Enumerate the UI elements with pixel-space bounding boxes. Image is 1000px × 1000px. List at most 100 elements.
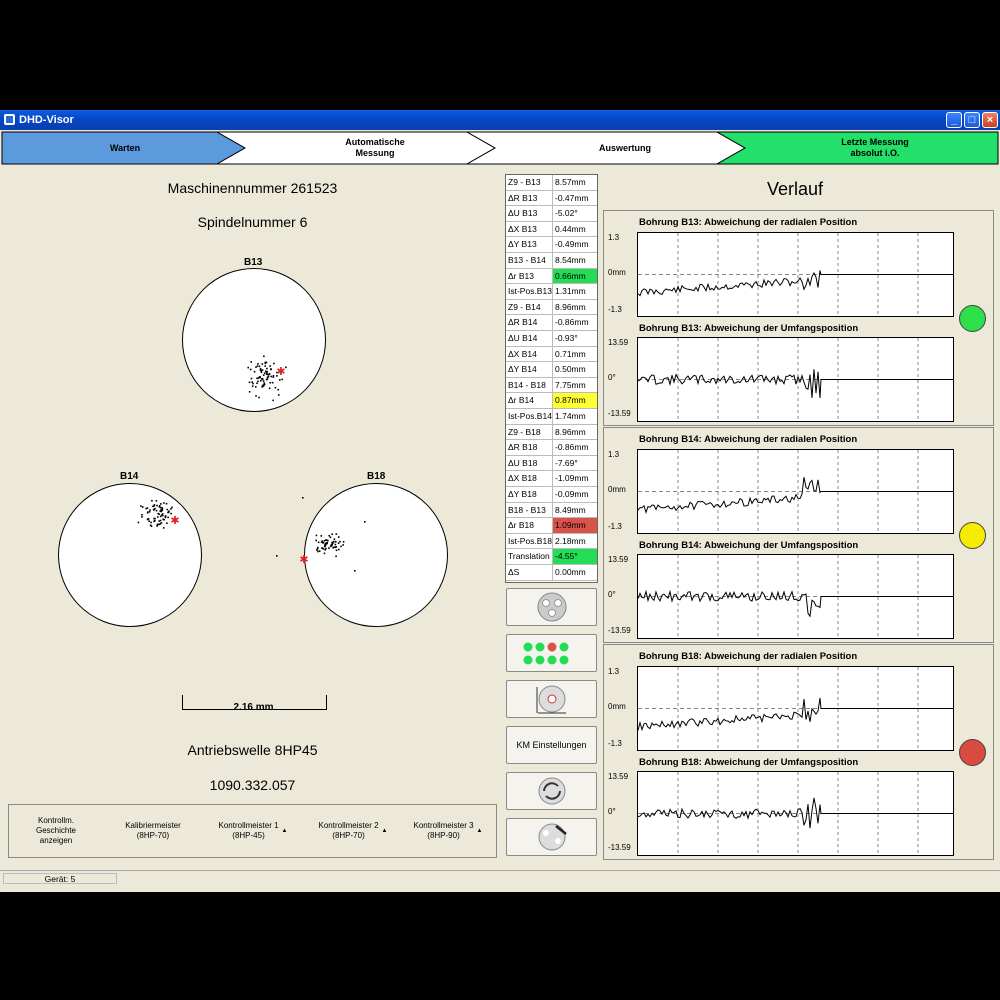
measurement-key: Z9 - B18 xyxy=(508,426,541,437)
minimize-button[interactable]: _ xyxy=(946,112,962,128)
measurement-key: ΔY B13 xyxy=(508,239,537,250)
measurement-value: -0.47mm xyxy=(552,190,597,206)
measurement-value: 0.71mm xyxy=(552,346,597,362)
measurement-value: 2.18mm xyxy=(552,533,597,549)
measurement-value: 0.44mm xyxy=(552,221,597,237)
close-button[interactable]: × xyxy=(982,112,998,128)
trace-svg xyxy=(637,338,953,421)
ring-label-b18: B18 xyxy=(367,471,386,482)
step-auswertung: Auswertung xyxy=(598,142,651,153)
measurement-row: ΔU B13 -5.02° xyxy=(506,206,597,222)
caret-up-icon: ▲ xyxy=(476,828,483,834)
y-top-label: 1.3 xyxy=(608,667,620,676)
plot-b18-umfang xyxy=(637,771,954,856)
measurement-row: Δr B18 1.09mm xyxy=(506,518,597,534)
measurement-value: -0.49mm xyxy=(552,237,597,252)
master-1-button[interactable]: Kontrollmeister 1 (8HP-45) ▲ xyxy=(204,808,302,854)
measurement-row: Ist-Pos.B13 1.31mm xyxy=(506,284,597,300)
status-led-b14 xyxy=(959,522,986,549)
measurement-value: -0.09mm xyxy=(552,487,597,502)
measurement-key: B13 - B14 xyxy=(508,255,546,265)
measurement-value: 1.74mm xyxy=(552,409,597,424)
chart-title: Bohrung B13: Abweichung der radialen Pos… xyxy=(639,217,858,228)
master-calibration-button[interactable]: Kalibriermeister (8HP-70) xyxy=(104,808,202,854)
measurement-value: -1.09mm xyxy=(552,471,597,486)
plate-icon xyxy=(537,592,566,622)
chart-title: Bohrung B14: Abweichung der Umfangsposit… xyxy=(639,540,859,551)
y-top-label: 13.59 xyxy=(608,555,629,564)
measurement-key: Δr B18 xyxy=(508,520,534,531)
measurement-key: Z9 - B13 xyxy=(508,177,541,187)
y-top-label: 13.59 xyxy=(608,338,629,347)
measurement-value: 1.09mm xyxy=(552,518,597,533)
part-name: Antriebswelle 8HP45 xyxy=(187,742,318,758)
status-bar: Gerät: 5 xyxy=(0,870,1000,887)
measurement-value: -0.93° xyxy=(552,331,597,346)
refresh-button[interactable] xyxy=(506,772,597,810)
step-warten: Warten xyxy=(109,142,141,153)
measurement-value: 0.00mm xyxy=(552,565,597,580)
measurement-row: B14 - B18 7.75mm xyxy=(506,377,597,394)
verlauf-title: Verlauf xyxy=(766,179,824,199)
measurement-value: 7.75mm xyxy=(552,377,597,393)
title-bar[interactable]: DHD-Visor _ □ × xyxy=(0,110,1000,130)
plot-b13-umfang xyxy=(637,337,954,422)
y-bottom-label: -1.3 xyxy=(608,305,622,314)
step-letzte-messung: Letzte Messung absolut i.O. xyxy=(841,137,909,158)
ring-label-b14: B14 xyxy=(120,471,139,482)
trace-svg xyxy=(637,667,953,750)
maximize-button[interactable]: □ xyxy=(964,112,980,128)
measurement-key: Ist-Pos.B18 xyxy=(508,535,552,546)
part-number: 1090.332.057 xyxy=(209,777,296,793)
status-led-b13 xyxy=(959,305,986,332)
history-button[interactable]: Kontrollm. Geschichte anzeigen xyxy=(13,808,99,854)
trace-svg xyxy=(637,772,953,855)
y-mid-label: 0° xyxy=(608,807,616,816)
measurement-row: Δr B13 0.66mm xyxy=(506,268,597,285)
master-3-button[interactable]: Kontrollmeister 3 (8HP-90) ▲ xyxy=(402,808,494,854)
measurement-row: B18 - B13 8.49mm xyxy=(506,502,597,519)
measurement-key: Ist-Pos.B14 xyxy=(508,411,552,421)
measurement-detail-button[interactable] xyxy=(506,680,597,718)
caret-up-icon: ▲ xyxy=(281,828,288,834)
measurement-value: 1.31mm xyxy=(552,284,597,299)
trend-trace xyxy=(637,369,953,399)
trend-trace xyxy=(637,589,953,618)
measurement-key: ΔU B18 xyxy=(508,457,538,468)
measurement-row: ΔR B13 -0.47mm xyxy=(506,190,597,207)
measurement-value: 8.54mm xyxy=(552,253,597,268)
y-bottom-label: -1.3 xyxy=(608,522,622,531)
plate-measure-icon xyxy=(536,685,566,714)
scale-label: 2.16 mm xyxy=(233,702,274,713)
y-mid-label: 0mm xyxy=(608,268,626,277)
refresh-icon xyxy=(538,777,565,805)
measurement-key: ΔX B13 xyxy=(508,223,537,234)
chart-title: Bohrung B13: Abweichung der Umfangsposit… xyxy=(639,323,859,334)
measurement-row: ΔX B14 0.71mm xyxy=(506,346,597,363)
y-bottom-label: -13.59 xyxy=(608,626,631,635)
y-mid-label: 0mm xyxy=(608,702,626,711)
measurement-key: ΔS xyxy=(508,567,520,577)
measurement-value: -0.86mm xyxy=(552,315,597,330)
master-label: Kalibriermeister (8HP-70) xyxy=(125,821,181,840)
caret-up-icon: ▲ xyxy=(381,828,388,834)
km-settings-button[interactable]: KM Einstellungen xyxy=(506,726,597,764)
measurement-value: -5.02° xyxy=(552,206,597,221)
measurement-key: ΔX B14 xyxy=(508,348,537,359)
measurement-key: Δr B13 xyxy=(508,270,534,281)
machine-number: Maschinennummer 261523 xyxy=(167,180,338,196)
status-led-b18 xyxy=(959,739,986,766)
plate-view-button[interactable] xyxy=(506,588,597,626)
led-overview-button[interactable] xyxy=(506,634,597,672)
master-2-button[interactable]: Kontrollmeister 2 (8HP-70) ▲ xyxy=(304,808,402,854)
y-top-label: 1.3 xyxy=(608,233,620,242)
bore-target-b14 xyxy=(58,483,202,627)
measurement-table: Z9 - B13 8.57mm ΔR B13 -0.47mm ΔU B13 -5.02° Δ… xyxy=(505,174,598,583)
measurement-row: ΔR B18 -0.86mm xyxy=(506,440,597,456)
process-steps: Warten Automatische Messung Auswertung L… xyxy=(0,131,1000,165)
measurement-key: ΔU B14 xyxy=(508,333,538,343)
bore-target-b13 xyxy=(182,268,326,412)
measurement-key: Ist-Pos.B13 xyxy=(508,286,552,297)
tool-settings-button[interactable] xyxy=(506,818,597,856)
measurement-row: Ist-Pos.B18 2.18mm xyxy=(506,533,597,550)
